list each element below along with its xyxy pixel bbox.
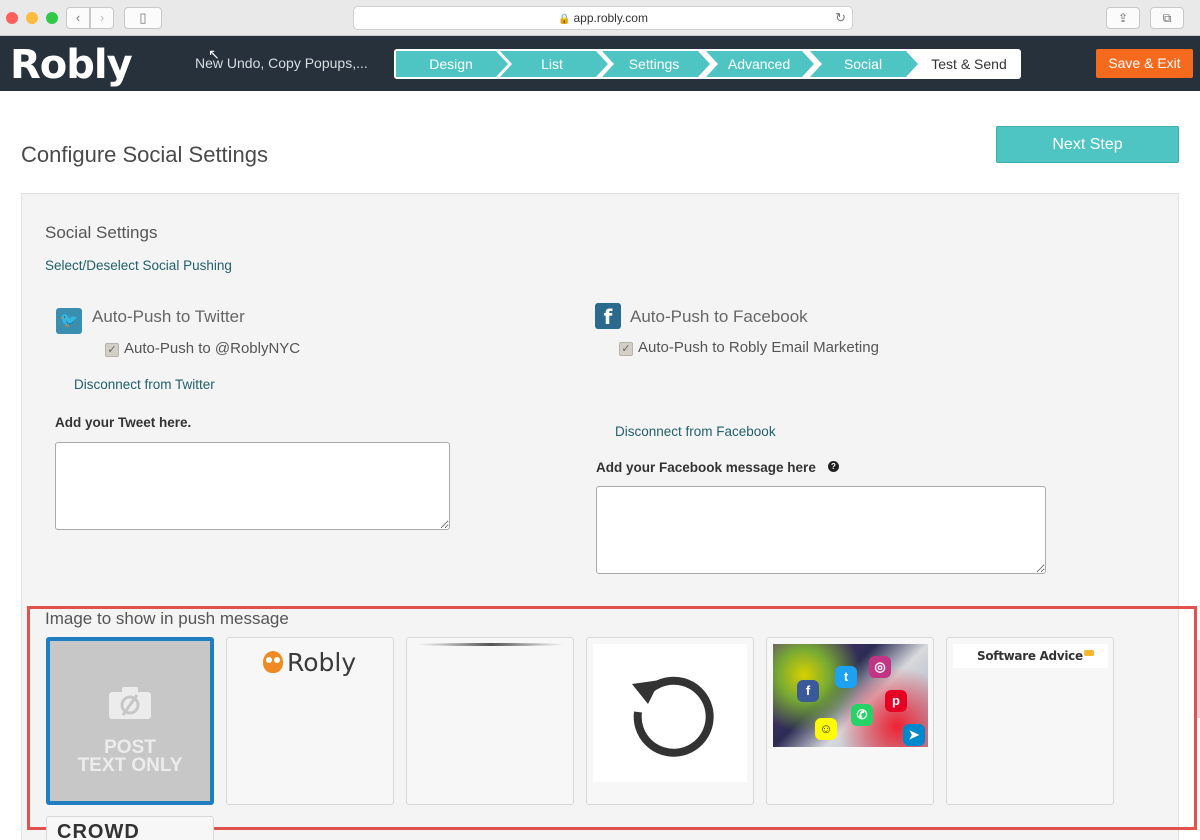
facebook-autopush-checkbox[interactable]: ✓ <box>619 342 633 356</box>
mouse-cursor-icon: ↖ <box>208 46 220 62</box>
step-label: Design <box>429 56 473 72</box>
divider-line-image <box>417 643 565 646</box>
instagram-app-icon: ◎ <box>869 656 891 678</box>
step-label: Settings <box>628 56 680 72</box>
telegram-app-icon: ➤ <box>903 724 925 746</box>
step-settings[interactable]: Settings <box>602 51 710 77</box>
owl-icon <box>263 651 283 673</box>
facebook-autopush-label[interactable]: Auto-Push to Robly Email Marketing <box>638 339 879 356</box>
no-camera-icon <box>50 685 210 727</box>
lock-icon: 🔒 <box>558 14 571 25</box>
no-image-text: POST TEXT ONLY <box>50 738 210 776</box>
tabs-icon: ⧉ <box>1162 11 1172 25</box>
help-icon[interactable]: ? <box>828 461 839 472</box>
image-option-robly-logo[interactable]: Robly <box>226 637 394 805</box>
step-advanced[interactable]: Advanced <box>706 51 814 77</box>
tweet-textarea[interactable] <box>55 442 450 530</box>
step-label: Advanced <box>727 56 791 72</box>
section-title: Social Settings <box>45 223 158 242</box>
twitter-app-icon: t <box>835 666 857 688</box>
chevron-right-icon: › <box>99 10 105 25</box>
save-exit-button[interactable]: Save & Exit <box>1096 49 1193 78</box>
step-design[interactable]: Design <box>396 51 508 77</box>
sidebar-toggle-button[interactable]: ▯ <box>124 7 162 29</box>
image-option-crowd[interactable]: CROWD <box>46 816 214 840</box>
twitter-icon: 🐦 <box>56 308 82 334</box>
step-social[interactable]: Social <box>810 51 918 77</box>
disconnect-twitter-link[interactable]: Disconnect from Twitter <box>74 377 215 392</box>
snapchat-app-icon: ☺ <box>815 718 837 740</box>
facebook-message-label: Add your Facebook message here <box>596 460 816 475</box>
robly-logo[interactable]: Robly <box>10 42 133 88</box>
share-icon: ⇪ <box>1117 11 1129 25</box>
image-option-software-advice[interactable]: Software Advice <box>946 637 1114 805</box>
campaign-name: New Undo, Copy Popups,... <box>195 55 368 71</box>
page-title: Configure Social Settings <box>21 142 269 167</box>
select-deselect-link[interactable]: Select/Deselect Social Pushing <box>45 258 232 273</box>
facebook-heading: Auto-Push to Facebook <box>630 307 808 326</box>
robly-logo-image: Robly <box>263 648 356 677</box>
zoom-window-icon[interactable] <box>46 12 58 24</box>
tweet-label: Add your Tweet here. <box>55 415 192 430</box>
minimize-window-icon[interactable] <box>26 12 38 24</box>
wizard-steps: Design List Settings Advanced Social Tes… <box>394 49 1021 79</box>
software-advice-logo: Software Advice <box>953 644 1108 668</box>
facebook-icon: f <box>595 303 621 329</box>
twitter-autopush-checkbox[interactable]: ✓ <box>105 343 119 357</box>
image-option-text-only[interactable]: POST TEXT ONLY <box>46 637 214 805</box>
url-text: app.robly.com <box>573 11 648 25</box>
social-apps-photo: f t ◎ p ✆ ☺ ➤ <box>773 644 928 747</box>
image-option-undo[interactable] <box>586 637 754 805</box>
step-list[interactable]: List <box>500 51 608 77</box>
step-label: List <box>541 56 563 72</box>
speech-bubble-icon <box>1083 650 1094 656</box>
disconnect-facebook-link[interactable]: Disconnect from Facebook <box>615 424 776 439</box>
share-button[interactable]: ⇪ <box>1106 7 1140 29</box>
forward-button[interactable]: › <box>90 7 114 29</box>
back-button[interactable]: ‹ <box>66 7 90 29</box>
next-step-button[interactable]: Next Step <box>996 126 1179 163</box>
step-label: Social <box>843 56 883 72</box>
image-option-line[interactable] <box>406 637 574 805</box>
browser-toolbar: ‹ › ▯ 🔒 app.robly.com ↻ ⇪ ⧉ <box>0 0 1200 36</box>
app-header: Robly New Undo, Copy Popups,... ↖ Design… <box>0 36 1200 91</box>
image-section-title: Image to show in push message <box>45 609 289 628</box>
facebook-message-textarea[interactable] <box>596 486 1046 574</box>
step-test-send[interactable]: Test & Send <box>914 51 1024 77</box>
tab-overview-button[interactable]: ⧉ <box>1150 7 1184 29</box>
step-label: Test & Send <box>931 56 1007 72</box>
twitter-heading: Auto-Push to Twitter <box>92 307 245 326</box>
facebook-app-icon: f <box>797 680 819 702</box>
no-image-placeholder: POST TEXT ONLY <box>50 685 210 775</box>
address-bar[interactable]: 🔒 app.robly.com ↻ <box>353 6 853 30</box>
sidebar-icon: ▯ <box>139 10 147 25</box>
software-advice-text: Software Advice <box>977 649 1083 663</box>
no-image-line2: TEXT ONLY <box>77 755 183 776</box>
chevron-left-icon: ‹ <box>75 10 81 25</box>
robly-logo-text: Robly <box>287 648 357 677</box>
undo-image <box>593 644 747 782</box>
image-option-social-apps[interactable]: f t ◎ p ✆ ☺ ➤ <box>766 637 934 805</box>
crowd-logo-text: CROWD <box>57 821 140 840</box>
undo-arrow-icon <box>632 676 714 757</box>
twitter-autopush-label[interactable]: Auto-Push to @RoblyNYC <box>124 340 300 357</box>
whatsapp-app-icon: ✆ <box>851 704 873 726</box>
pinterest-app-icon: p <box>885 690 907 712</box>
close-window-icon[interactable] <box>6 12 18 24</box>
reload-icon[interactable]: ↻ <box>835 7 846 29</box>
